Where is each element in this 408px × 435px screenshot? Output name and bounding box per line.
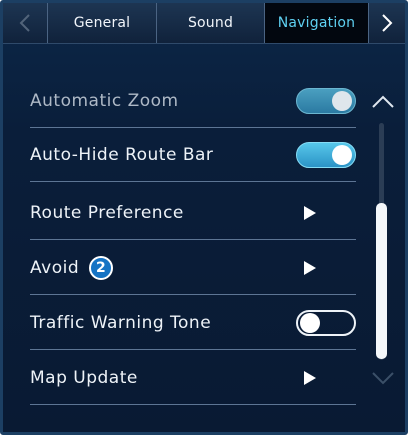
- traffic-warning-tone-toggle[interactable]: [296, 309, 356, 336]
- chevron-down-icon[interactable]: [371, 370, 395, 386]
- auto-hide-route-bar-toggle[interactable]: [296, 141, 356, 168]
- automatic-zoom-toggle[interactable]: [296, 87, 356, 114]
- chevron-up-icon[interactable]: [371, 93, 395, 109]
- setting-label: Auto-Hide Route Bar: [30, 144, 214, 165]
- scrollbar-thumb[interactable]: [376, 203, 387, 359]
- play-arrow-icon: [304, 260, 316, 275]
- tab-general[interactable]: General: [47, 3, 156, 43]
- setting-route-preference[interactable]: Route Preference: [30, 186, 356, 240]
- setting-label: Route Preference: [30, 202, 184, 223]
- setting-avoid[interactable]: Avoid 2: [30, 241, 356, 295]
- toggle-knob: [332, 90, 352, 111]
- tab-general-label: General: [73, 15, 131, 31]
- tab-sound-label: Sound: [187, 15, 234, 31]
- play-arrow-icon: [304, 370, 316, 385]
- setting-label: Automatic Zoom: [30, 90, 179, 111]
- settings-screen: General Sound Navigation Automatic Zoom …: [0, 0, 408, 435]
- avoid-count-badge: 2: [89, 255, 114, 280]
- setting-label: Avoid: [30, 257, 80, 278]
- setting-label: Traffic Warning Tone: [30, 312, 212, 333]
- setting-label: Map Update: [30, 367, 138, 388]
- tab-next-button[interactable]: [369, 3, 405, 43]
- tab-navigation[interactable]: Navigation: [264, 3, 369, 43]
- chevron-right-icon: [382, 14, 393, 32]
- chevron-left-icon: [19, 14, 30, 32]
- tab-bar: General Sound Navigation: [3, 3, 405, 44]
- setting-automatic-zoom[interactable]: Automatic Zoom: [30, 74, 356, 128]
- tab-sound[interactable]: Sound: [156, 3, 264, 43]
- toggle-knob: [332, 144, 352, 165]
- setting-traffic-warning-tone[interactable]: Traffic Warning Tone: [30, 296, 356, 350]
- toggle-knob: [300, 312, 320, 333]
- tab-navigation-label: Navigation: [277, 15, 356, 31]
- play-arrow-icon: [304, 205, 316, 220]
- settings-list: Automatic Zoom Auto-Hide Route Bar Route…: [3, 43, 405, 432]
- setting-map-update[interactable]: Map Update: [30, 351, 356, 405]
- setting-auto-hide-route-bar[interactable]: Auto-Hide Route Bar: [30, 128, 356, 182]
- tab-prev-button[interactable]: [3, 3, 47, 43]
